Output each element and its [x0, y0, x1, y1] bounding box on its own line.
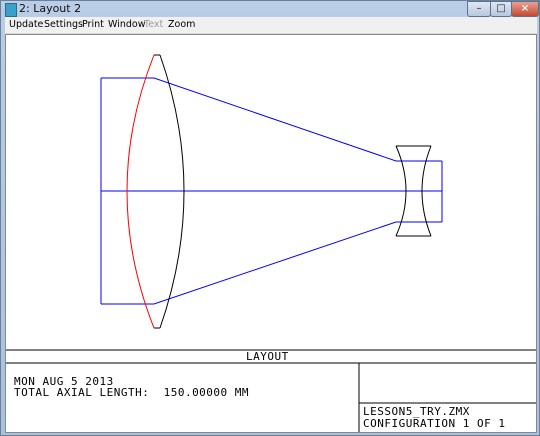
axial-length-label: TOTAL AXIAL LENGTH: 150.00000 MM — [14, 386, 250, 399]
menu-text: Text — [144, 19, 164, 30]
menu-update[interactable]: Update — [9, 18, 43, 32]
layout-heading: LAYOUT — [246, 350, 289, 363]
menu-window[interactable]: Window — [108, 18, 145, 32]
layout-window: 2: Layout 2 – □ × Update Settings Print … — [0, 0, 540, 436]
lens-layout-drawing — [6, 54, 536, 432]
ray-lower — [101, 221, 428, 305]
window-title: 2: Layout 2 — [19, 2, 82, 15]
minimize-button[interactable]: – — [467, 1, 491, 17]
title-bar[interactable]: 2: Layout 2 – □ × — [1, 1, 539, 17]
configuration-label: CONFIGURATION 1 OF 1 — [363, 417, 506, 430]
menu-zoom[interactable]: Zoom — [168, 18, 195, 32]
menu-bar: Update Settings Print Window Text Zoom — [5, 17, 537, 34]
ray-traces — [100, 77, 443, 305]
close-button[interactable]: × — [511, 1, 539, 17]
maximize-button[interactable]: □ — [490, 1, 512, 17]
menu-print[interactable]: Print — [82, 18, 104, 32]
layout-canvas[interactable]: LAYOUT MON AUG 5 2013 TOTAL AXIAL LENGTH… — [5, 34, 537, 433]
ray-upper — [101, 77, 428, 162]
app-icon — [5, 3, 17, 17]
menu-settings[interactable]: Settings — [44, 18, 83, 32]
